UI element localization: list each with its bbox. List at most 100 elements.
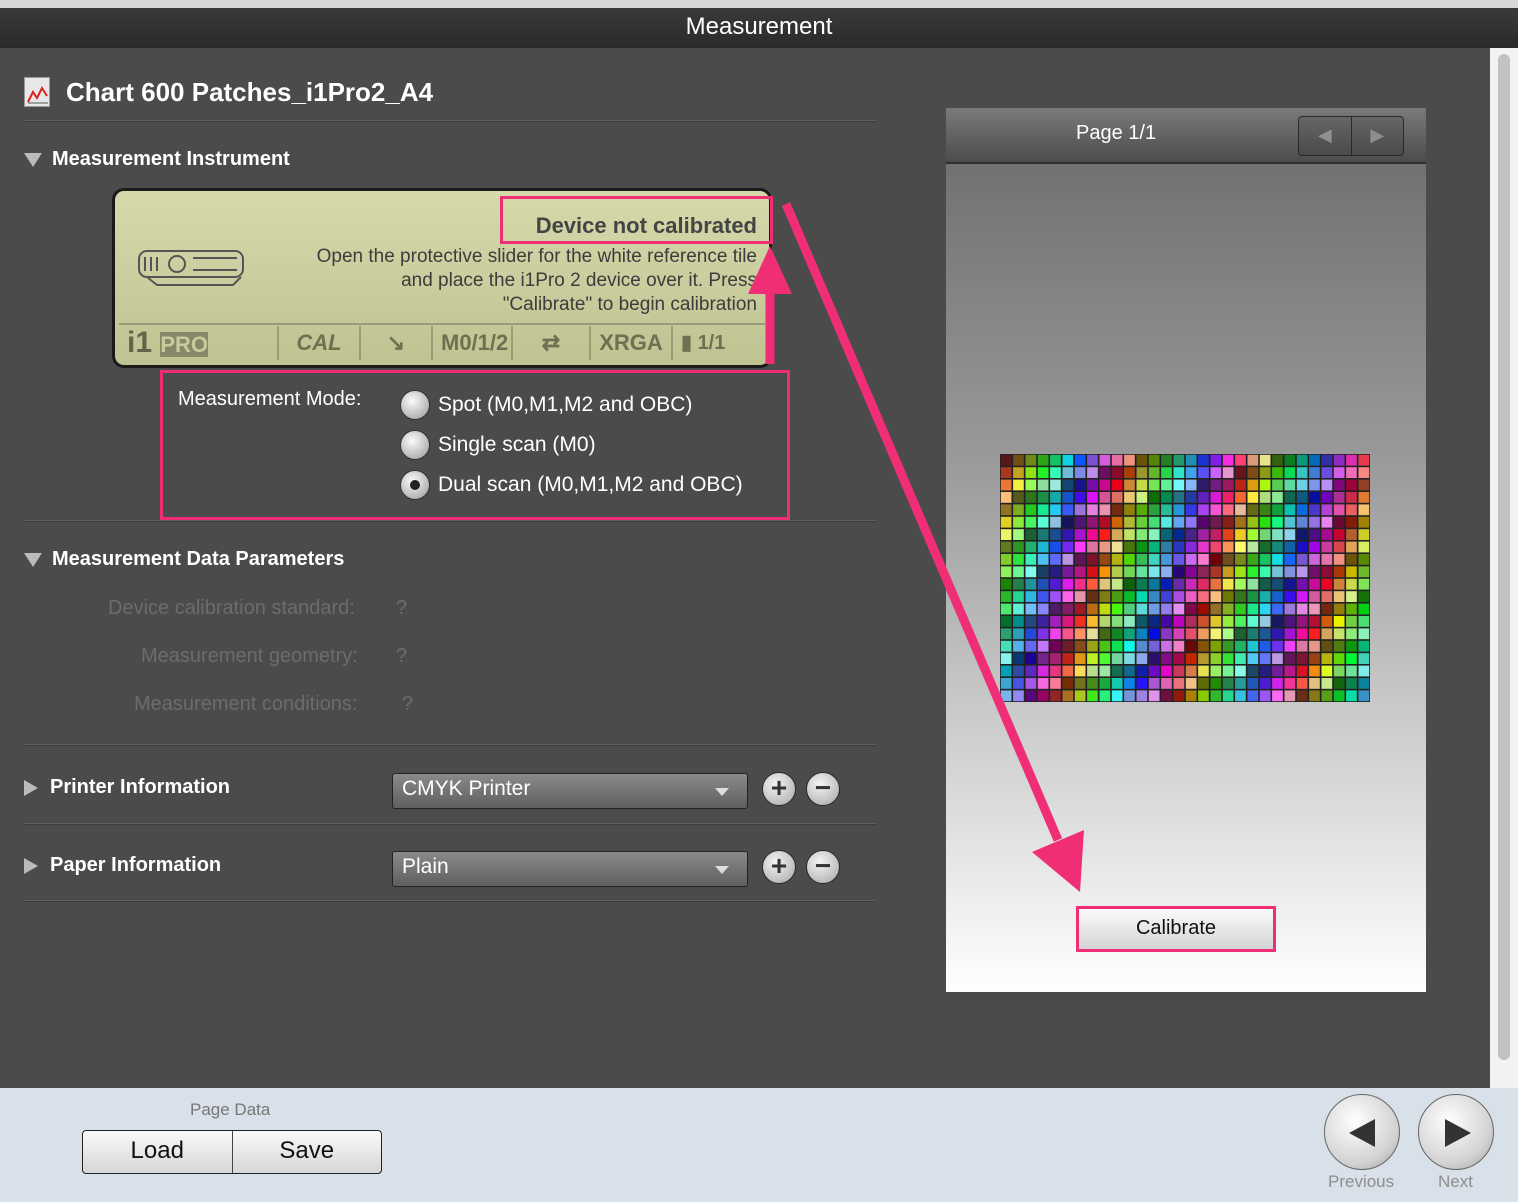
color-patch [1050, 640, 1061, 652]
printer-select[interactable]: CMYK Printer [392, 773, 748, 809]
color-patch [1259, 591, 1271, 602]
color-patch [1346, 628, 1357, 640]
color-patch [1272, 479, 1283, 491]
color-patch [1358, 467, 1370, 478]
color-patch [1136, 467, 1148, 478]
color-patch [1148, 529, 1160, 540]
previous-page-icon[interactable]: ◀ [1299, 117, 1352, 155]
color-patch [1087, 628, 1098, 640]
section-data-parameters[interactable]: Measurement Data Parameters [24, 548, 344, 571]
color-patch [1124, 467, 1135, 478]
paper-select[interactable]: Plain [392, 851, 748, 887]
color-patch [1111, 653, 1123, 664]
radio-button-selected[interactable] [400, 470, 430, 500]
add-paper-button[interactable]: + [762, 850, 796, 884]
color-patch [1247, 616, 1259, 627]
color-patch [1247, 454, 1259, 466]
color-patch [1247, 492, 1259, 503]
color-patch [1087, 603, 1098, 615]
color-patch [1210, 541, 1222, 553]
color-patch [1210, 628, 1222, 640]
color-patch [1222, 467, 1234, 478]
disclosure-closed-icon[interactable] [24, 779, 38, 796]
color-patch [1284, 454, 1296, 466]
color-patch [1111, 690, 1123, 702]
color-patch [1136, 454, 1148, 466]
disclosure-closed-icon[interactable] [24, 857, 38, 874]
color-patch [1296, 516, 1308, 528]
color-patch [1074, 678, 1086, 689]
color-patch [1087, 504, 1098, 516]
mode-option-spot[interactable]: Spot (M0,M1,M2 and OBC) [400, 390, 692, 420]
color-patch [1333, 653, 1345, 664]
color-patch [1185, 640, 1197, 652]
mode-option-dual-scan[interactable]: Dual scan (M0,M1,M2 and OBC) [400, 470, 743, 500]
previous-button[interactable] [1324, 1094, 1400, 1170]
color-patch [1148, 479, 1160, 491]
color-patch [1284, 653, 1296, 664]
color-patch [1284, 578, 1296, 590]
next-page-icon[interactable]: ▶ [1352, 117, 1404, 155]
vertical-scrollbar[interactable] [1490, 48, 1518, 1088]
color-patch [1296, 504, 1308, 516]
color-patch [1111, 566, 1123, 578]
calibrate-button[interactable]: Calibrate [1076, 906, 1276, 952]
disclosure-open-icon[interactable] [24, 152, 42, 167]
color-patch [1235, 516, 1246, 528]
color-patch [1013, 467, 1024, 478]
add-printer-button[interactable]: + [762, 772, 796, 806]
page-navigator[interactable]: ◀ ▶ [1298, 116, 1404, 156]
color-patch [1272, 616, 1283, 627]
radio-button[interactable] [400, 390, 430, 420]
color-patch [1222, 653, 1234, 664]
mode-option-single-scan[interactable]: Single scan (M0) [400, 430, 596, 460]
remove-printer-button[interactable]: − [806, 772, 840, 806]
section-printer[interactable]: Printer Information [24, 776, 230, 799]
radio-button[interactable] [400, 430, 430, 460]
color-patch [1173, 529, 1185, 540]
color-patch [1148, 541, 1160, 553]
remove-paper-button[interactable]: − [806, 850, 840, 884]
color-patch [1124, 492, 1135, 503]
color-patch [1259, 640, 1271, 652]
color-patch [1284, 504, 1296, 516]
color-patch [1124, 566, 1135, 578]
next-button[interactable] [1418, 1094, 1494, 1170]
color-patch [1321, 665, 1333, 677]
color-patch [1321, 516, 1333, 528]
color-patch [1099, 616, 1111, 627]
color-patch [1296, 467, 1308, 478]
color-patch [1087, 653, 1098, 664]
color-patch [1074, 603, 1086, 615]
color-patch [1321, 678, 1333, 689]
color-patch [1037, 516, 1049, 528]
section-instrument[interactable]: Measurement Instrument [24, 148, 290, 171]
chart-title: Chart 600 Patches_i1Pro2_A4 [66, 76, 434, 107]
save-button[interactable]: Save [233, 1131, 382, 1173]
color-patch [1087, 665, 1098, 677]
scrollbar-thumb[interactable] [1498, 54, 1510, 1060]
color-patch [1136, 578, 1148, 590]
color-patch [1087, 492, 1098, 503]
color-patch [1235, 479, 1246, 491]
color-patch [1000, 454, 1012, 466]
color-patch [1333, 616, 1345, 627]
color-patch [1222, 591, 1234, 602]
color-patch [1074, 566, 1086, 578]
color-patch [1087, 678, 1098, 689]
color-patch [1124, 529, 1135, 540]
color-patch [1173, 467, 1185, 478]
color-patch [1222, 541, 1234, 553]
color-patch [1124, 591, 1135, 602]
color-patch [1259, 566, 1271, 578]
color-patch [1222, 529, 1234, 540]
color-patch [1099, 516, 1111, 528]
section-paper[interactable]: Paper Information [24, 854, 221, 877]
color-patch [1210, 591, 1222, 602]
color-patch [1222, 603, 1234, 615]
load-button[interactable]: Load [83, 1131, 233, 1173]
color-patch [1296, 678, 1308, 689]
disclosure-open-icon[interactable] [24, 552, 42, 567]
color-patch [1050, 529, 1061, 540]
xrga-indicator: XRGA [591, 326, 673, 360]
